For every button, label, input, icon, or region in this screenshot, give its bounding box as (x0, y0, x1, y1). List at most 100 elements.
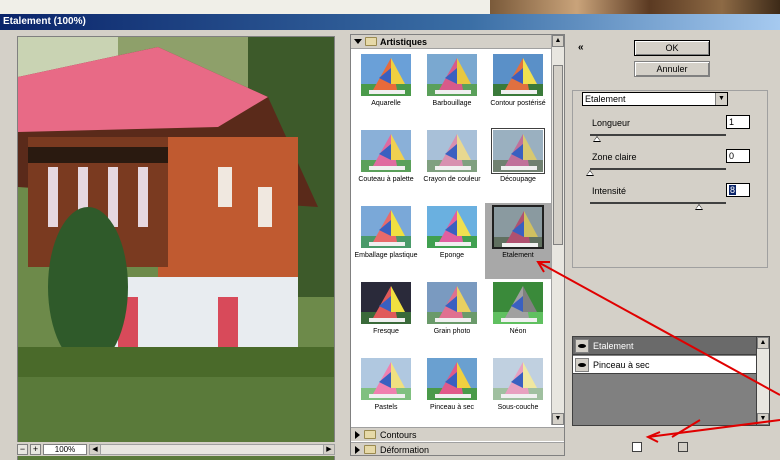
filter-preview-image (360, 53, 412, 97)
category-contours[interactable]: Contours (351, 427, 564, 441)
filter-thumb-crayon-de-couleur[interactable]: Crayon de couleur (419, 127, 485, 203)
category-artistiques[interactable]: Artistiques (351, 35, 564, 49)
layer-label: Pinceau à sec (593, 359, 650, 370)
cancel-button[interactable]: Annuler (634, 61, 710, 77)
ok-button[interactable]: OK (634, 40, 710, 56)
filter-thumb-eponge[interactable]: Eponge (419, 203, 485, 279)
effect-layers-list: Etalement Pinceau à sec ▲ ▼ (572, 336, 770, 426)
scroll-right-icon[interactable]: ▶ (323, 444, 334, 454)
gallery-scrollbar[interactable]: ▲ ▼ (551, 35, 564, 425)
filter-preview-image (426, 281, 478, 325)
filter-preview-image (491, 128, 545, 174)
zoom-bar: − + 100% ◀ ▶ (17, 442, 335, 456)
filter-label: Pastels (374, 404, 398, 411)
filter-label: Etalement (502, 252, 534, 259)
controls-panel: « OK Annuler Etalement ▼ Longueur 1 Zone… (568, 30, 780, 460)
filter-thumb-fresque[interactable]: Fresque (353, 279, 419, 355)
layer-label: Etalement (593, 340, 634, 351)
intensite-input[interactable]: 8 (726, 183, 750, 197)
scroll-up-icon[interactable]: ▲ (552, 35, 564, 47)
zoom-out-button[interactable]: − (17, 443, 28, 455)
longueur-input[interactable]: 1 (726, 115, 750, 129)
filter-label: Sous-couche (497, 404, 539, 411)
filter-thumb-aquarelle[interactable]: Aquarelle (353, 51, 419, 127)
background-photo-thumbnail (490, 0, 780, 14)
scroll-left-icon[interactable]: ◀ (90, 444, 101, 454)
filter-label: Aquarelle (371, 100, 401, 107)
filter-thumb-emballage-plastique[interactable]: Emballage plastique (353, 203, 419, 279)
filter-preview-image (426, 53, 478, 97)
collapsed-icon (355, 430, 360, 439)
filter-thumb-pinceau-sec[interactable]: Pinceau à sec (419, 355, 485, 431)
category-label: Artistiques (380, 36, 428, 47)
filter-label: Contour postérisé (490, 100, 546, 107)
scroll-thumb[interactable] (553, 65, 563, 245)
filter-thumb-barbouillage[interactable]: Barbouillage (419, 51, 485, 127)
longueur-slider[interactable] (590, 134, 726, 142)
filter-thumb-sous-couche[interactable]: Sous-couche (485, 355, 551, 431)
slider-knob[interactable] (695, 204, 703, 210)
filter-thumb-grain-photo[interactable]: Grain photo (419, 279, 485, 355)
intensite-slider[interactable] (590, 202, 726, 210)
filter-preview-image (360, 281, 412, 325)
scroll-down-icon[interactable]: ▼ (757, 413, 769, 425)
filter-preview-image (360, 129, 412, 173)
filter-label: Crayon de couleur (423, 176, 481, 183)
scroll-down-icon[interactable]: ▼ (552, 413, 564, 425)
category-deformation[interactable]: Déformation (351, 442, 564, 455)
filter-label: Fresque (373, 328, 399, 335)
chevron-down-icon[interactable]: ▼ (715, 93, 727, 105)
param-label: Longueur (592, 118, 631, 128)
horizontal-scrollbar[interactable]: ◀ ▶ (89, 443, 335, 455)
filter-preview-image (360, 205, 412, 249)
folder-icon (364, 430, 376, 439)
filter-thumb-pastels[interactable]: Pastels (353, 355, 419, 431)
filter-label: Néon (509, 328, 527, 335)
filter-preview-image (492, 205, 544, 249)
collapse-gallery-icon[interactable]: « (578, 42, 584, 53)
filter-label: Barbouillage (432, 100, 472, 107)
filter-thumb-etalement[interactable]: Etalement (485, 203, 551, 279)
filter-select[interactable]: Etalement ▼ (582, 92, 728, 106)
filter-preview-image (492, 281, 544, 325)
zone-claire-slider[interactable] (586, 168, 726, 176)
filter-preview-image (492, 357, 544, 401)
layer-etalement[interactable]: Etalement (573, 337, 757, 355)
filter-preview-image (426, 357, 478, 401)
filter-label: Découpage (500, 176, 536, 183)
param-label: Zone claire (592, 152, 637, 162)
new-effect-layer-icon[interactable] (632, 442, 642, 452)
scroll-up-icon[interactable]: ▲ (757, 337, 769, 349)
zone-claire-input[interactable]: 0 (726, 149, 750, 163)
filter-label: Eponge (439, 252, 465, 259)
slider-knob[interactable] (593, 136, 601, 142)
filter-select-value: Etalement (585, 94, 626, 104)
category-label: Contours (380, 429, 417, 440)
zoom-level[interactable]: 100% (43, 443, 87, 455)
preview-image[interactable] (17, 36, 335, 460)
collapsed-icon (355, 445, 360, 454)
layers-scrollbar[interactable]: ▲ ▼ (756, 337, 769, 425)
filter-thumb-n-on[interactable]: Néon (485, 279, 551, 355)
layer-pinceau-a-sec[interactable]: Pinceau à sec (573, 356, 757, 374)
param-label: Intensité (592, 186, 627, 196)
expanded-icon (354, 39, 362, 44)
filter-thumb-couteau-palette[interactable]: Couteau à palette (353, 127, 419, 203)
eye-icon[interactable] (575, 338, 589, 353)
folder-icon (365, 37, 377, 46)
filter-label: Couteau à palette (358, 176, 414, 183)
preview-painting (18, 37, 334, 460)
filter-thumb-contour-post-ris-[interactable]: Contour postérisé (485, 51, 551, 127)
filter-label: Grain photo (433, 328, 471, 335)
window-title: Etalement (100%) (0, 14, 780, 30)
preview-pane: − + 100% ◀ ▶ (0, 30, 348, 460)
zoom-in-button[interactable]: + (30, 443, 41, 455)
filter-thumb-d-coupage[interactable]: Découpage (485, 127, 551, 203)
top-strip (0, 0, 780, 14)
slider-knob[interactable] (586, 170, 594, 176)
intensite-value: 8 (729, 185, 737, 195)
eye-icon[interactable] (575, 357, 589, 372)
filter-label: Emballage plastique (354, 252, 418, 259)
filter-preview-image (492, 53, 544, 97)
trash-icon[interactable] (678, 442, 688, 452)
